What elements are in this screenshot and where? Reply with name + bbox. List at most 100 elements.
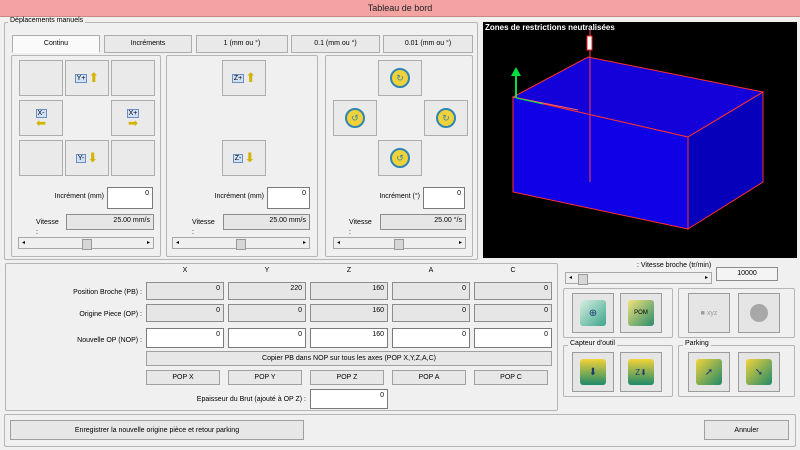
- column-header-y: Y: [264, 267, 270, 274]
- spindle-speed-slider[interactable]: ◂ ▸: [565, 272, 712, 285]
- pop-c-button[interactable]: POP C: [474, 370, 548, 385]
- pom-button[interactable]: POM: [620, 293, 662, 333]
- restriction-zone-viewer[interactable]: Zones de restrictions neutralisées: [483, 22, 797, 258]
- rot-speed-slider[interactable]: ◂ ▸: [333, 237, 466, 250]
- nop-y-input[interactable]: 0: [228, 328, 306, 348]
- workspace-box-3d: [511, 30, 765, 230]
- scroll-right-icon[interactable]: ▸: [300, 238, 309, 248]
- z-speed-label: Vitesse :: [192, 219, 215, 236]
- spindle-speed-thumb[interactable]: [578, 274, 588, 285]
- nop-c-input[interactable]: 0: [474, 328, 552, 348]
- tool-sensor-down-button[interactable]: ⬇: [572, 352, 614, 392]
- tab-increments[interactable]: Incréments: [104, 35, 192, 53]
- jog-rot-down-button[interactable]: ↺: [378, 140, 422, 176]
- column-header-c: C: [510, 267, 516, 274]
- jog-rot-right-button[interactable]: ↻: [424, 100, 468, 136]
- column-header-a: A: [428, 267, 434, 274]
- scroll-right-icon[interactable]: ▸: [456, 238, 465, 248]
- jog-x-minus-button[interactable]: X- ⬅: [19, 100, 63, 136]
- pop-a-button[interactable]: POP A: [392, 370, 466, 385]
- jog-blank-tl[interactable]: [19, 60, 63, 96]
- tool-sensor-z-icon: Z⬇: [628, 359, 654, 385]
- rotate-down-icon: ↺: [390, 148, 410, 168]
- xy-speed-thumb[interactable]: [82, 239, 92, 250]
- jog-blank-br[interactable]: [111, 140, 155, 176]
- scroll-right-icon[interactable]: ▸: [144, 238, 153, 248]
- row-label-op: Origine Piece (OP) :: [79, 311, 142, 318]
- z-speed-value: 25.00 mm/s: [223, 214, 310, 230]
- nop-a-input[interactable]: 0: [392, 328, 470, 348]
- parking-button-2[interactable]: ➘: [738, 352, 780, 392]
- rot-speed-thumb[interactable]: [394, 239, 404, 250]
- z-speed-slider[interactable]: ◂ ▸: [172, 237, 310, 250]
- spindle-speed-label: : Vitesse broche (tr/min): [637, 262, 712, 269]
- jog-z-minus-button[interactable]: Z- ⬇: [222, 140, 266, 176]
- tool-sensor-z-button[interactable]: Z⬇: [620, 352, 662, 392]
- xy-speed-slider[interactable]: ◂ ▸: [18, 237, 154, 250]
- stock-thickness-input[interactable]: 0: [310, 389, 388, 409]
- jog-y-minus-button[interactable]: Y- ⬇: [65, 140, 109, 176]
- xyz-disabled-button[interactable]: ■ xyz: [688, 293, 730, 333]
- rot-increment-label: Incrément (°): [379, 193, 420, 200]
- copy-pb-to-nop-button[interactable]: Copier PB dans NOP sur tous les axes (PO…: [146, 351, 552, 366]
- z-increment-input[interactable]: 0: [267, 187, 310, 209]
- pb-x-value: 0: [146, 282, 224, 300]
- arrow-right-icon: X+ ➡: [126, 108, 140, 130]
- tab-continu[interactable]: Continu: [12, 35, 100, 53]
- parking-button-1[interactable]: ➚: [688, 352, 730, 392]
- rotate-right-icon: ↻: [436, 108, 456, 128]
- jog-y-plus-button[interactable]: Y+ ⬆: [65, 60, 109, 96]
- xyz-icon: ■ xyz: [700, 309, 718, 317]
- tool-sensor-label: Capteur d'outil: [568, 340, 617, 348]
- nop-x-input[interactable]: 0: [146, 328, 224, 348]
- nop-z-input[interactable]: 160: [310, 328, 388, 348]
- scroll-left-icon[interactable]: ◂: [566, 273, 575, 283]
- pb-z-value: 160: [310, 282, 388, 300]
- jog-blank-bl[interactable]: [19, 140, 63, 176]
- scroll-left-icon[interactable]: ◂: [19, 238, 28, 248]
- circle-disabled-button[interactable]: [738, 293, 780, 333]
- pop-x-button[interactable]: POP X: [146, 370, 220, 385]
- op-c-value: 0: [474, 304, 552, 322]
- pop-y-button[interactable]: POP Y: [228, 370, 302, 385]
- scroll-left-icon[interactable]: ◂: [334, 238, 343, 248]
- tab-step-0-01[interactable]: 0.01 (mm ou °): [383, 35, 473, 53]
- scroll-right-icon[interactable]: ▸: [702, 273, 711, 283]
- op-y-value: 0: [228, 304, 306, 322]
- tab-step-0-1[interactable]: 0.1 (mm ou °): [291, 35, 380, 53]
- parking-label: Parking: [683, 340, 711, 348]
- rotate-left-icon: ↺: [345, 108, 365, 128]
- parking-icon: ➚: [696, 359, 722, 385]
- jog-z-plus-button[interactable]: Z+ ⬆: [222, 60, 266, 96]
- jog-blank-tr[interactable]: [111, 60, 155, 96]
- op-a-value: 0: [392, 304, 470, 322]
- rot-increment-input[interactable]: 0: [423, 187, 465, 209]
- pom-icon: POM: [628, 300, 654, 326]
- arrow-up-icon: Y+ ⬆: [74, 70, 100, 85]
- tool-measure-icon: ⊕: [580, 300, 606, 326]
- pb-a-value: 0: [392, 282, 470, 300]
- xy-speed-label: Vitesse :: [36, 219, 59, 236]
- cancel-button[interactable]: Annuler: [704, 420, 789, 440]
- stock-thickness-label: Epaisseur du Brut (ajouté à OP Z) :: [196, 396, 306, 403]
- pb-c-value: 0: [474, 282, 552, 300]
- parking-return-icon: ➘: [746, 359, 772, 385]
- jog-rot-left-button[interactable]: ↺: [333, 100, 377, 136]
- jog-rot-up-button[interactable]: ↻: [378, 60, 422, 96]
- tab-step-1[interactable]: 1 (mm ou °): [196, 35, 288, 53]
- row-label-nop: Nouvelle OP (NOP) :: [77, 337, 142, 344]
- scroll-left-icon[interactable]: ◂: [173, 238, 182, 248]
- z-increment-label: Incrément (mm): [214, 193, 264, 200]
- column-header-x: X: [182, 267, 188, 274]
- pop-z-button[interactable]: POP Z: [310, 370, 384, 385]
- save-origin-and-park-button[interactable]: Enregistrer la nouvelle origine pièce et…: [10, 420, 304, 440]
- arrow-down-icon: Y- ⬇: [75, 150, 99, 165]
- arrow-down-icon: Z- ⬇: [232, 150, 256, 165]
- tool-sensor-icon: ⬇: [580, 359, 606, 385]
- z-speed-thumb[interactable]: [236, 239, 246, 250]
- column-header-z: Z: [346, 267, 352, 274]
- xy-increment-input[interactable]: 0: [107, 187, 153, 209]
- window-title: Tableau de bord: [0, 0, 800, 17]
- measure-tool-button[interactable]: ⊕: [572, 293, 614, 333]
- jog-x-plus-button[interactable]: X+ ➡: [111, 100, 155, 136]
